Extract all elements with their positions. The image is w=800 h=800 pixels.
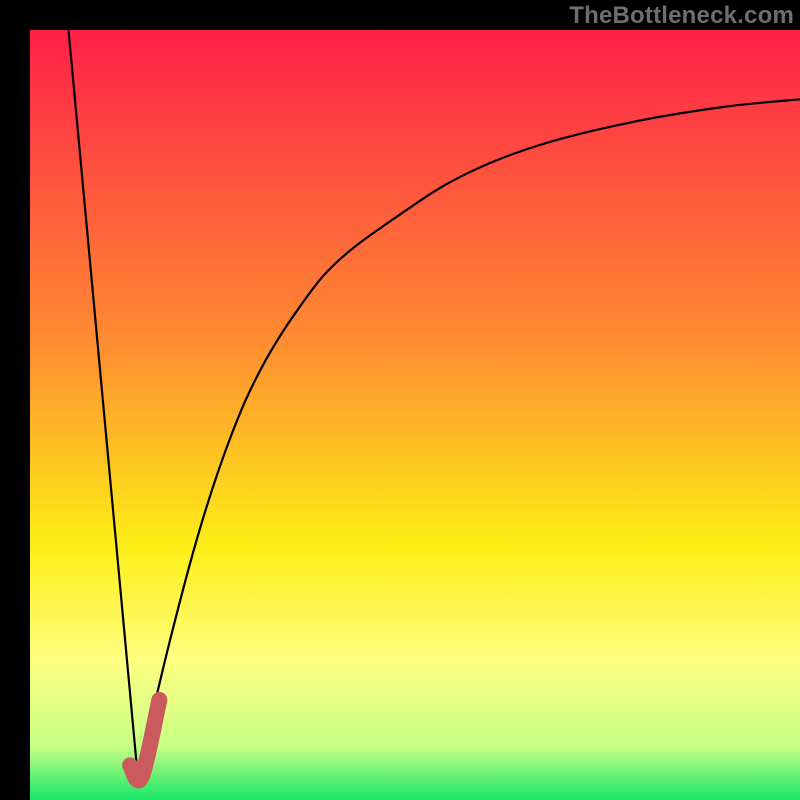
plot-area xyxy=(30,30,800,800)
heat-gradient xyxy=(30,30,800,800)
chart-frame: TheBottleneck.com xyxy=(0,0,800,800)
watermark-text: TheBottleneck.com xyxy=(569,2,794,30)
chart-svg xyxy=(30,30,800,800)
